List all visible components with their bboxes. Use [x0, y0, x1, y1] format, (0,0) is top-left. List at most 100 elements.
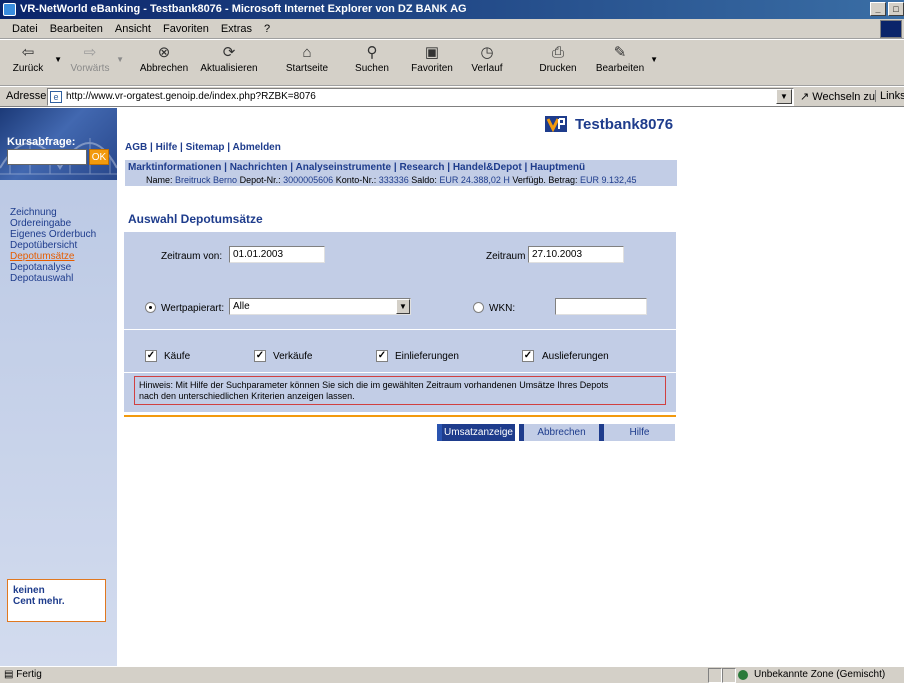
hint-line-1: Hinweis: Mit Hilfe der Suchparameter kön…	[139, 380, 609, 390]
sidebar: Kursabfrage: OK Zeichnung Ordereingabe E…	[0, 108, 117, 666]
favorites-button[interactable]: ▣ Favoriten	[408, 43, 456, 83]
checkbox-auslieferungen[interactable]: ✓	[522, 350, 534, 362]
stop-button[interactable]: ⊗ Abbrechen	[136, 43, 192, 83]
cancel-button[interactable]: Abbrechen	[519, 424, 599, 441]
sidebar-item-depotanalyse[interactable]: Depotanalyse	[10, 262, 96, 273]
orange-divider	[124, 415, 676, 417]
back-arrow-icon: ⇦	[21, 44, 35, 61]
window-title: VR-NetWorld eBanking - Testbank8076 - Mi…	[20, 3, 467, 15]
edit-button[interactable]: ✎ Bearbeiten ▼	[594, 43, 658, 83]
refresh-button[interactable]: ⟳ Aktualisieren	[196, 43, 262, 83]
menu-bar: Datei Bearbeiten Ansicht Favoriten Extra…	[0, 19, 904, 39]
wkn-label: WKN:	[489, 303, 516, 314]
search-icon: ⚲	[366, 44, 378, 61]
wkn-radio[interactable]	[473, 302, 484, 313]
quote-input[interactable]	[7, 149, 87, 165]
hint-line-2: nach den unterschiedlichen Kriterien anz…	[139, 391, 355, 401]
divider	[124, 329, 676, 330]
wertpapierart-radio[interactable]	[145, 302, 156, 313]
nav-marktinformationen[interactable]: Marktinformationen	[128, 162, 221, 173]
address-label: Adresse	[6, 90, 47, 102]
history-button[interactable]: ◷ Verlauf	[466, 43, 508, 83]
checkbox-einlieferungen[interactable]: ✓	[376, 350, 388, 362]
show-transactions-button[interactable]: Umsatzanzeige	[437, 424, 515, 441]
status-cell	[722, 668, 736, 683]
nav-hauptmenue[interactable]: Hauptmenü	[530, 162, 585, 173]
promo-line-2: Cent mehr.	[13, 596, 65, 607]
sidebar-nav: Zeichnung Ordereingabe Eigenes Orderbuch…	[10, 207, 96, 284]
main-nav: Marktinformationen | Nachrichten | Analy…	[125, 160, 677, 186]
globe-icon	[738, 670, 748, 680]
help-button[interactable]: Hilfe	[599, 424, 675, 441]
menu-favoriten[interactable]: Favoriten	[157, 19, 215, 38]
sidebar-header: Kursabfrage: OK	[0, 108, 117, 180]
edit-icon: ✎	[613, 44, 627, 61]
sidebar-item-depotumsaetze[interactable]: Depotumsätze	[10, 251, 96, 262]
menu-bearbeiten[interactable]: Bearbeiten	[44, 19, 109, 38]
page-title: Auswahl Depotumsätze	[128, 212, 263, 226]
address-input[interactable]: e http://www.vr-orgatest.genoip.de/index…	[47, 88, 794, 106]
chevron-down-icon[interactable]: ▼	[650, 55, 658, 64]
nav-handel-depot[interactable]: Handel&Depot	[453, 162, 522, 173]
go-arrow-icon: ↗	[800, 91, 810, 103]
page-done-icon: ▤	[4, 669, 14, 680]
links-button[interactable]: Links	[875, 90, 904, 102]
minimize-button[interactable]: _	[870, 2, 886, 16]
page-icon: e	[50, 91, 62, 103]
home-button[interactable]: ⌂ Startseite	[282, 43, 332, 83]
sidebar-item-zeichnung[interactable]: Zeichnung	[10, 207, 96, 218]
link-sitemap[interactable]: Sitemap	[186, 142, 225, 153]
link-abmelden[interactable]: Abmelden	[233, 142, 281, 153]
address-bar: Adresse e http://www.vr-orgatest.genoip.…	[0, 87, 904, 107]
depot-number: 3000005606	[283, 175, 334, 185]
maximize-button[interactable]: □	[888, 2, 904, 16]
date-to-input[interactable]: 27.10.2003	[528, 246, 624, 263]
security-zone: Unbekannte Zone (Gemischt)	[738, 667, 885, 683]
label-auslieferungen: Auslieferungen	[542, 351, 609, 362]
nav-research[interactable]: Research	[399, 162, 444, 173]
divider	[124, 372, 676, 373]
available-amount: EUR 9.132,45	[579, 175, 637, 185]
chevron-down-icon[interactable]: ▼	[116, 55, 124, 64]
filter-form: Zeitraum von: 01.01.2003 Zeitraum bis: 2…	[124, 232, 676, 412]
label-verkaeufe: Verkäufe	[273, 351, 313, 362]
go-button[interactable]: ↗ Wechseln zu	[800, 90, 875, 103]
back-button[interactable]: ⇦ Zurück ▼	[6, 43, 62, 83]
print-button[interactable]: ⎙ Drucken	[536, 43, 580, 83]
status-text: ▤ Fertig	[4, 669, 42, 680]
sidebar-item-depotuebersicht[interactable]: Depotübersicht	[10, 240, 96, 251]
address-dropdown-icon[interactable]: ▼	[776, 89, 792, 104]
checkbox-verkaeufe[interactable]: ✓	[254, 350, 266, 362]
forward-button[interactable]: ⇨ Vorwärts ▼	[68, 43, 124, 83]
nav-nachrichten[interactable]: Nachrichten	[230, 162, 288, 173]
wertpapierart-select[interactable]: Alle ▼	[229, 298, 411, 315]
promo-banner[interactable]: keinen Cent mehr.	[7, 579, 106, 622]
chevron-down-icon[interactable]: ▼	[54, 55, 62, 64]
status-bar: ▤ Fertig Unbekannte Zone (Gemischt)	[0, 666, 904, 683]
chevron-down-icon[interactable]: ▼	[396, 299, 410, 314]
menu-help[interactable]: ?	[258, 19, 276, 38]
sidebar-item-orderbuch[interactable]: Eigenes Orderbuch	[10, 229, 96, 240]
link-agb[interactable]: AGB	[125, 142, 147, 153]
date-from-input[interactable]: 01.01.2003	[229, 246, 325, 263]
menu-extras[interactable]: Extras	[215, 19, 258, 38]
forward-arrow-icon: ⇨	[83, 44, 97, 61]
menu-datei[interactable]: Datei	[6, 19, 44, 38]
quote-ok-button[interactable]: OK	[89, 149, 109, 165]
hint-box: Hinweis: Mit Hilfe der Suchparameter kön…	[134, 376, 666, 405]
link-hilfe[interactable]: Hilfe	[156, 142, 178, 153]
search-button[interactable]: ⚲ Suchen	[352, 43, 392, 83]
browser-toolbar: ⇦ Zurück ▼ ⇨ Vorwärts ▼ ⊗ Abbrechen ⟳ Ak…	[0, 40, 904, 86]
main-area: Testbank8076 AGB | Hilfe | Sitemap | Abm…	[117, 108, 904, 666]
wkn-input[interactable]	[555, 298, 647, 315]
menu-ansicht[interactable]: Ansicht	[109, 19, 157, 38]
stop-icon: ⊗	[157, 44, 171, 61]
nav-analyseinstrumente[interactable]: Analyseinstrumente	[295, 162, 391, 173]
vr-bank-logo-icon	[545, 116, 567, 132]
refresh-icon: ⟳	[222, 44, 236, 61]
sidebar-item-depotauswahl[interactable]: Depotauswahl	[10, 273, 96, 284]
sidebar-item-ordereingabe[interactable]: Ordereingabe	[10, 218, 96, 229]
page-content: Kursabfrage: OK Zeichnung Ordereingabe E…	[0, 108, 904, 666]
date-from-label: Zeitraum von:	[161, 251, 223, 262]
checkbox-kaeufe[interactable]: ✓	[145, 350, 157, 362]
